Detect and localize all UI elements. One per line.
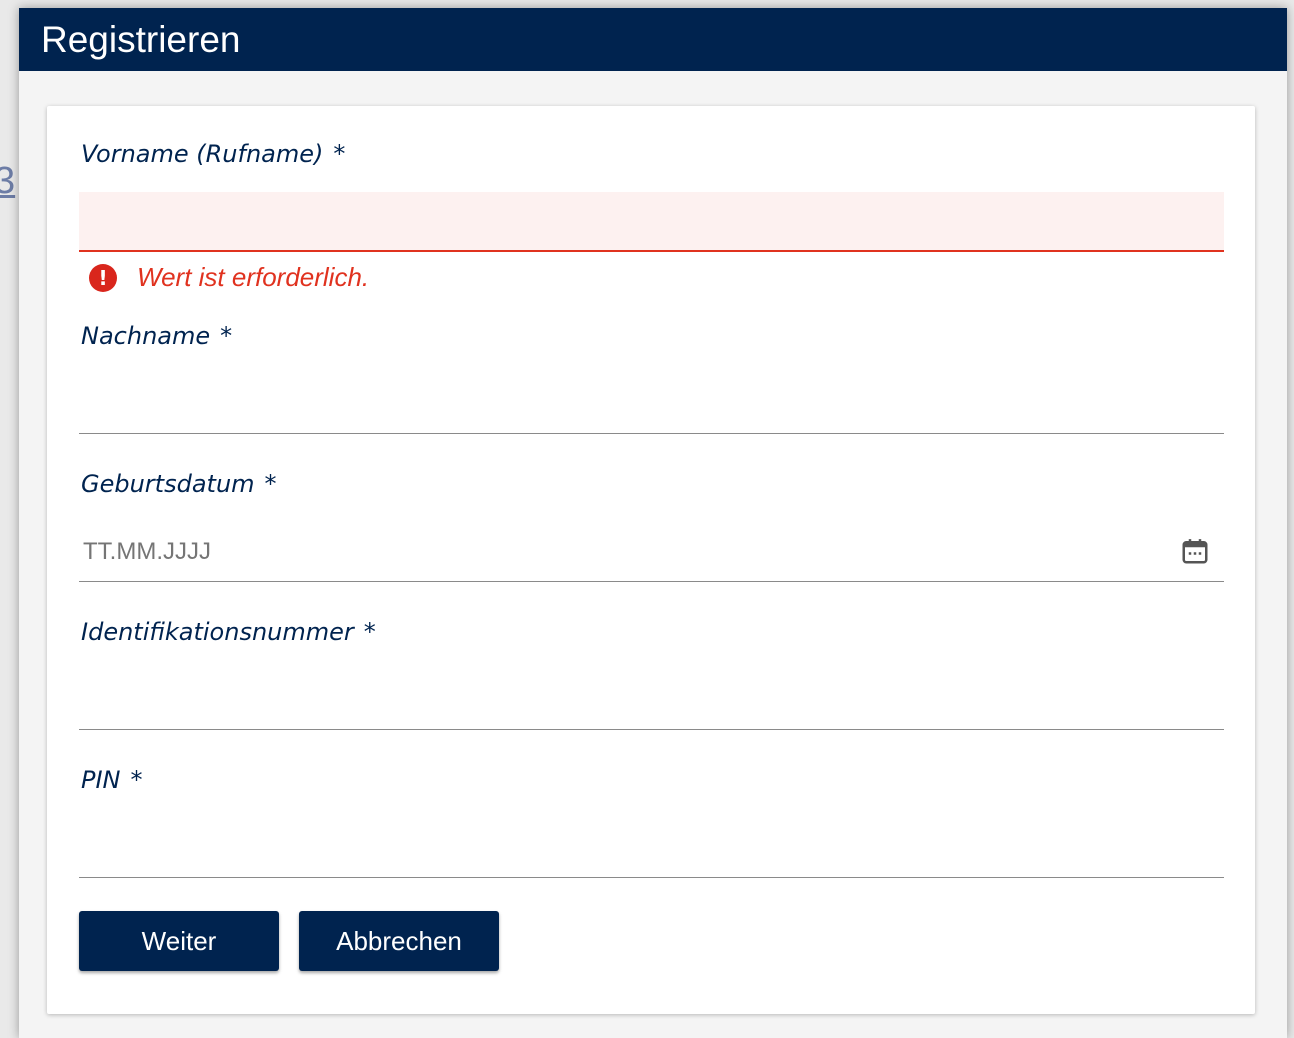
registration-form: Vorname (Rufname) * ! Wert ist erforderli… [47, 106, 1255, 1014]
required-marker: * [363, 618, 376, 646]
birthdate-label-text: Geburtsdatum [81, 470, 255, 498]
last-name-input[interactable] [79, 374, 1224, 434]
pin-label: PIN * [81, 766, 143, 794]
birthdate-label: Geburtsdatum * [81, 470, 277, 498]
first-name-input[interactable] [79, 192, 1224, 252]
form-actions: Weiter Abbrechen [79, 911, 499, 971]
calendar-icon[interactable] [1180, 536, 1210, 566]
background-page-fragment: 3 [0, 160, 16, 202]
required-marker: * [130, 766, 143, 794]
pin-input[interactable] [79, 818, 1224, 878]
first-name-label-text: Vorname (Rufname) [81, 140, 324, 168]
register-dialog: Registrieren Vorname (Rufname) * ! Wert i… [19, 8, 1287, 1038]
last-name-label-text: Nachname [81, 322, 211, 350]
required-marker: * [264, 470, 277, 498]
last-name-label: Nachname * [81, 322, 232, 350]
required-marker: * [333, 140, 346, 168]
id-number-input[interactable] [79, 670, 1224, 730]
birthdate-placeholder: TT.MM.JJJJ [83, 537, 211, 565]
next-button[interactable]: Weiter [79, 911, 279, 971]
cancel-button[interactable]: Abbrechen [299, 911, 499, 971]
error-icon: ! [89, 263, 117, 292]
id-number-label-text: Identifikationsnummer [81, 618, 354, 646]
id-number-label: Identifikationsnummer * [81, 618, 376, 646]
dialog-title: Registrieren [19, 8, 1287, 71]
error-message: Wert ist erforderlich. [137, 262, 370, 292]
first-name-label: Vorname (Rufname) * [81, 140, 345, 168]
pin-label-text: PIN [81, 766, 121, 794]
birthdate-input[interactable]: TT.MM.JJJJ [79, 522, 1224, 582]
first-name-error: ! Wert ist erforderlich. [89, 262, 369, 293]
required-marker: * [220, 322, 233, 350]
